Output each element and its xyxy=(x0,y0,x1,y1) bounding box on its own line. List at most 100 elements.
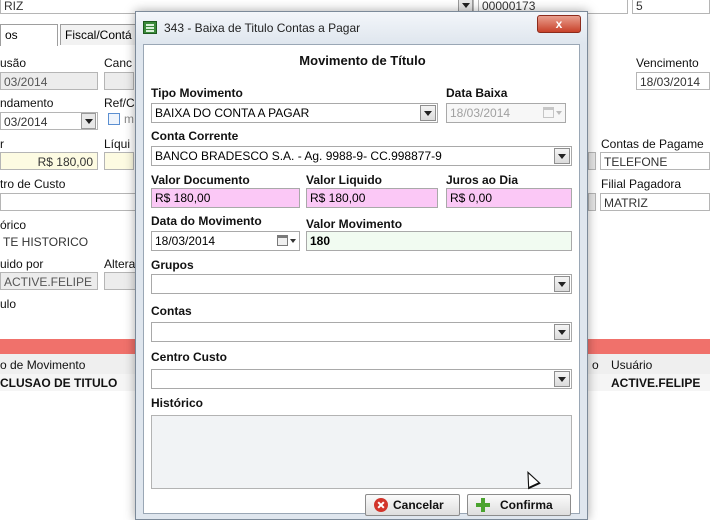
bg-label-filial-pagadora: Filial Pagadora xyxy=(601,177,682,191)
calendar-icon[interactable] xyxy=(542,105,564,121)
cancel-icon xyxy=(374,498,388,512)
tab-dados-gerais[interactable]: os Gerais xyxy=(0,24,58,63)
tab-fiscal-contabil[interactable]: Fiscal/Contá xyxy=(60,24,136,45)
bg-grid-header-movimento[interactable]: o de Movimento xyxy=(0,358,85,372)
valor-movimento-label: Valor Movimento xyxy=(306,217,403,231)
bg-label-contas-pagamento: Contas de Pagame xyxy=(601,137,704,151)
data-baixa-value: 18/03/2014 xyxy=(450,106,511,120)
bg-field-valor[interactable]: R$ 180,00 xyxy=(0,152,98,170)
bg-label-historico: órico xyxy=(0,218,27,232)
bg-top-field-1-value: RIZ xyxy=(4,0,24,13)
bg-checkbox[interactable] xyxy=(108,113,120,125)
bg-grid-header-usuario[interactable]: Usuário xyxy=(611,358,652,372)
bg-field-filial-pagadora-value: MATRIZ xyxy=(604,196,648,210)
confirm-button[interactable]: Confirma xyxy=(467,494,571,516)
data-baixa-field[interactable]: 18/03/2014 xyxy=(446,103,566,123)
dialog-title: 343 - Baixa de Titulo Contas a Pagar xyxy=(164,21,361,35)
cancel-button[interactable]: Cancelar xyxy=(365,494,460,516)
bg-label-alterado: Altera xyxy=(104,257,136,271)
grupos-label: Grupos xyxy=(151,258,194,272)
bg-label-vendamento: ndamento xyxy=(0,96,54,110)
valor-documento-value: R$ 180,00 xyxy=(155,191,211,205)
centro-custo-label: Centro Custo xyxy=(151,350,227,364)
bg-vendamento-dropdown-icon[interactable] xyxy=(81,113,96,129)
bg-field-edge-2 xyxy=(588,193,596,211)
historico-label: Histórico xyxy=(151,396,204,410)
bg-field-contas-pagamento[interactable]: TELEFONE xyxy=(600,152,710,170)
bg-field-inclusao-value: 03/2014 xyxy=(4,75,48,89)
grupos-select[interactable] xyxy=(151,274,572,294)
bg-field-historico-value: TE HISTORICO xyxy=(3,235,89,249)
bg-field-contas-pagamento-value: TELEFONE xyxy=(604,155,668,169)
bg-field-filial-pagadora[interactable]: MATRIZ xyxy=(600,193,710,211)
bg-field-centro-custo[interactable] xyxy=(0,193,136,211)
tipo-movimento-select[interactable]: BAIXA DO CONTA A PAGAR xyxy=(151,103,438,123)
calendar-icon[interactable] xyxy=(276,233,298,249)
juros-dia-value: R$ 0,00 xyxy=(450,191,493,205)
bg-field-vencimento-value: 18/03/2014 xyxy=(640,75,701,89)
dialog-content-panel: Movimento de Título Tipo Movimento BAIXA… xyxy=(143,44,580,516)
bg-field-canc[interactable] xyxy=(104,72,134,90)
bg-label-valor: r xyxy=(0,137,4,151)
centro-custo-select[interactable] xyxy=(151,369,572,389)
bg-label-titulo: ulo xyxy=(0,297,17,311)
data-movimento-value: 18/03/2014 xyxy=(155,234,216,248)
bg-label-canc: Canc xyxy=(104,56,133,70)
tab-fiscal-contabil-label: Fiscal/Contá xyxy=(65,28,132,42)
conta-corrente-select[interactable]: BANCO BRADESCO S.A. - Ag. 9988-9- CC.998… xyxy=(151,146,572,166)
bg-field-vencimento[interactable]: 18/03/2014 xyxy=(636,72,710,90)
confirm-button-label: Confirma xyxy=(500,498,553,512)
valor-liquido-field[interactable]: R$ 180,00 xyxy=(306,188,438,208)
bg-top-field-3-value: 5 xyxy=(636,0,643,13)
data-movimento-field[interactable]: 18/03/2014 xyxy=(151,231,300,251)
valor-movimento-value: 180 xyxy=(310,234,331,248)
data-baixa-label: Data Baixa xyxy=(446,86,508,100)
chevron-down-icon[interactable] xyxy=(554,371,570,387)
valor-documento-label: Valor Documento xyxy=(151,173,250,187)
bg-field-historico[interactable]: TE HISTORICO xyxy=(0,233,136,251)
close-icon: x xyxy=(555,17,563,31)
bg-field-liquido-por-value: ACTIVE.FELIPE xyxy=(4,275,93,289)
bg-top-field-3[interactable]: 5 xyxy=(632,0,710,14)
bg-label-ref: Ref/C xyxy=(104,96,135,110)
dialog-titlebar[interactable]: 343 - Baixa de Titulo Contas a Pagar x xyxy=(136,12,587,44)
bg-checkbox-label: m xyxy=(124,112,134,126)
conta-corrente-value: BANCO BRADESCO S.A. - Ag. 9988-9- CC.998… xyxy=(155,149,442,163)
juros-dia-label: Juros ao Dia xyxy=(446,173,519,187)
bg-field-vendamento-value: 03/2014 xyxy=(4,115,48,129)
valor-liquido-label: Valor Liquido xyxy=(306,173,383,187)
chevron-down-icon[interactable] xyxy=(554,148,570,164)
baixa-titulo-dialog: 343 - Baixa de Titulo Contas a Pagar x M… xyxy=(135,11,588,520)
chevron-down-icon[interactable] xyxy=(554,324,570,340)
bg-grid-header-o[interactable]: o xyxy=(592,358,599,372)
contas-select[interactable] xyxy=(151,322,572,342)
juros-dia-field[interactable]: R$ 0,00 xyxy=(446,188,572,208)
close-button[interactable]: x xyxy=(537,15,581,33)
bg-label-centro-custo: tro de Custo xyxy=(0,177,66,191)
data-movimento-label: Data do Movimento xyxy=(151,214,262,228)
bg-label-vencimento: Vencimento xyxy=(636,56,699,70)
conta-corrente-label: Conta Corrente xyxy=(151,129,239,143)
bg-field-liquido[interactable] xyxy=(104,152,134,170)
bg-field-liquido-por[interactable]: ACTIVE.FELIPE xyxy=(0,272,98,290)
bg-label-inclusao: usão xyxy=(0,56,27,70)
section-title: Movimento de Título xyxy=(299,53,426,68)
valor-movimento-input[interactable]: 180 xyxy=(306,231,572,251)
bg-field-valor-value: R$ 180,00 xyxy=(37,155,93,169)
bg-label-liquido: Líqui xyxy=(104,137,131,151)
bg-grid-cell-usuario: ACTIVE.FELIPE xyxy=(611,376,701,390)
bg-field-inclusao[interactable]: 03/2014 xyxy=(0,72,98,90)
bg-grid-cell-movimento: CLUSAO DE TITULO xyxy=(0,376,118,390)
window-app-icon xyxy=(143,21,157,34)
historico-textarea[interactable] xyxy=(151,415,572,489)
bg-field-alterado[interactable] xyxy=(104,272,136,290)
bg-label-liquido-por: uido por xyxy=(0,257,44,271)
valor-liquido-value: R$ 180,00 xyxy=(310,191,366,205)
chevron-down-icon[interactable] xyxy=(420,105,436,121)
contas-label: Contas xyxy=(151,304,192,318)
chevron-down-icon[interactable] xyxy=(554,276,570,292)
bg-field-edge-1 xyxy=(588,152,596,170)
tipo-movimento-label: Tipo Movimento xyxy=(151,86,243,100)
valor-documento-field[interactable]: R$ 180,00 xyxy=(151,188,300,208)
tipo-movimento-value: BAIXA DO CONTA A PAGAR xyxy=(155,106,310,120)
